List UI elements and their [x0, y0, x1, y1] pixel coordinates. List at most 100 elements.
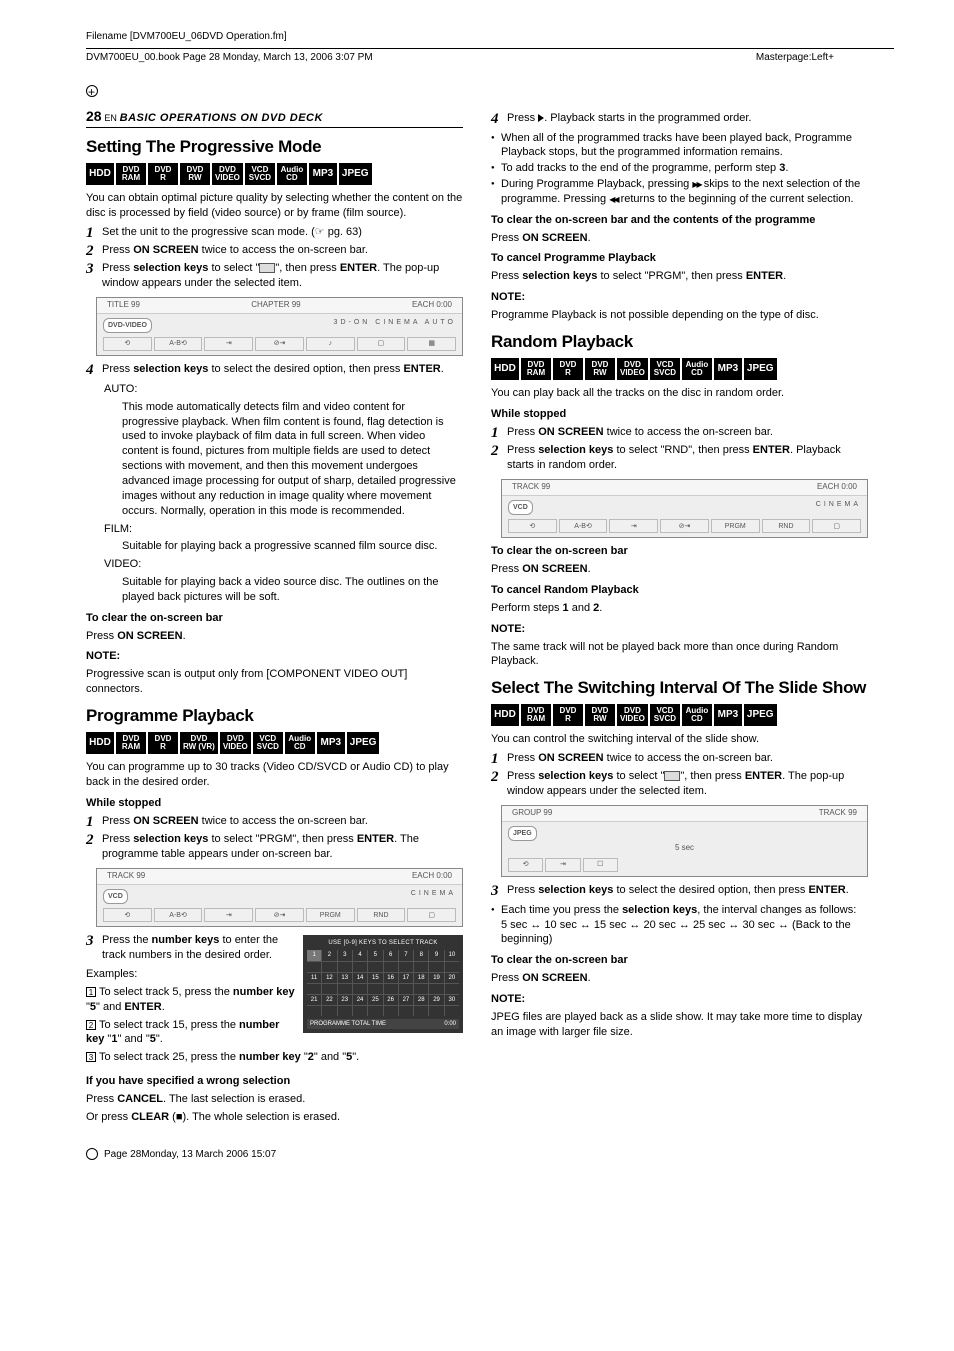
- prog-cell: 17: [399, 973, 413, 983]
- prog-cell: 11: [307, 973, 321, 983]
- osd-disc-badge: VCD: [103, 889, 128, 904]
- prog-cell-blank: [368, 984, 382, 994]
- prog-cell: 27: [399, 995, 413, 1005]
- prog-cell-blank: [399, 1006, 413, 1016]
- mode-auto-text: This mode automatically detects film and…: [122, 400, 463, 519]
- step-text: Press ON SCREEN twice to access the on-s…: [507, 425, 868, 440]
- prog-cell-blank: [353, 984, 367, 994]
- step-number: 1: [491, 751, 507, 767]
- next-icon: [692, 178, 700, 190]
- prog-cell-blank: [338, 1006, 352, 1016]
- prog-cell: 4: [353, 950, 367, 960]
- note-text: JPEG files are played back as a slide sh…: [491, 1010, 868, 1040]
- step-number: 1: [491, 425, 507, 441]
- section-title-slideshow: Select The Switching Interval Of The Sli…: [491, 677, 868, 700]
- prog-cell-blank: [307, 1006, 321, 1016]
- prog-cell: 14: [353, 973, 367, 983]
- note-text: Progressive scan is output only from [CO…: [86, 667, 463, 697]
- chip-audiocd: AudioCD: [682, 358, 712, 380]
- format-chips: HDD DVDRAM DVDR DVDRW DVDVIDEO VCDSVCD A…: [491, 704, 868, 726]
- prog-total-label: PROGRAMME TOTAL TIME: [310, 1020, 386, 1028]
- clear-osd-head: To clear the on-screen bar: [491, 544, 868, 559]
- prog-cell-blank: [307, 962, 321, 972]
- clear-osd-prog-head: To clear the on-screen bar and the conte…: [491, 213, 868, 228]
- chip-vcdsvcd: VCDSVCD: [650, 358, 680, 380]
- prog-cell-blank: [338, 962, 352, 972]
- note-text: The same track will not be played back m…: [491, 640, 868, 670]
- prog-cell: 16: [384, 973, 398, 983]
- prog-cell: 2: [322, 950, 336, 960]
- osd-btn: ⟲: [508, 519, 557, 533]
- chip-dvdvideo: DVDVIDEO: [220, 732, 251, 754]
- footer-text: Page 28Monday, 13 March 2006 15:07: [104, 1148, 276, 1162]
- prog-cell: 22: [322, 995, 336, 1005]
- osd-btn-prgm: PRGM: [711, 519, 760, 533]
- section-title-progressive: Setting The Progressive Mode: [86, 136, 463, 159]
- osd-icon-abrepeat: A-B⟲: [154, 337, 203, 351]
- prog-cell-blank: [322, 984, 336, 994]
- chip-dvdram: DVDRAM: [521, 704, 551, 726]
- prog-cell-blank: [322, 1006, 336, 1016]
- prog-cell-blank: [307, 984, 321, 994]
- step-number: 3: [86, 261, 102, 277]
- osd-hdr: GROUP 99: [512, 808, 552, 819]
- filename-line: Filename [DVM700EU_06DVD Operation.fm]: [60, 30, 894, 44]
- clear-osd-text: Press ON SCREEN.: [491, 971, 868, 986]
- chip-hdd: HDD: [491, 704, 519, 726]
- chip-dvdrw: DVDRW: [585, 358, 615, 380]
- section-title-random: Random Playback: [491, 331, 868, 354]
- play-icon: [538, 114, 544, 122]
- chip-hdd: HDD: [86, 163, 114, 185]
- step-text: Press ON SCREEN twice to access the on-s…: [102, 814, 463, 829]
- prog-cell-blank: [384, 962, 398, 972]
- boxed-number-icon: 2: [86, 1020, 96, 1030]
- osd-item-icon: [259, 263, 275, 273]
- prog-cell-blank: [384, 1006, 398, 1016]
- while-stopped-head: While stopped: [86, 796, 463, 811]
- step-text: Press selection keys to select "", then …: [102, 261, 463, 291]
- prog-cell-blank: [414, 984, 428, 994]
- osd-btn: A-B⟲: [559, 519, 608, 533]
- osd-btn-prgm: PRGM: [306, 908, 355, 922]
- note-label: NOTE:: [491, 992, 868, 1007]
- osd-btn: ⊘⇥: [660, 519, 709, 533]
- clear-osd-prog-text: Press ON SCREEN.: [491, 231, 868, 246]
- step-text: Press . Playback starts in the programme…: [507, 111, 868, 126]
- slide-icon: [664, 771, 680, 781]
- step-text: Press ON SCREEN twice to access the on-s…: [102, 243, 463, 258]
- prog-cell-blank: [429, 962, 443, 972]
- osd-btn: ⊘⇥: [255, 908, 304, 922]
- registration-mark-row: [86, 85, 894, 97]
- section-title-programme: Programme Playback: [86, 705, 463, 728]
- prog-cell: 10: [445, 950, 459, 960]
- prog-cell-blank: [353, 962, 367, 972]
- prog-cell: 20: [445, 973, 459, 983]
- prog-cell: 12: [322, 973, 336, 983]
- prog-cell: 26: [384, 995, 398, 1005]
- chip-dvdrw: DVDRW: [585, 704, 615, 726]
- step-number: 2: [491, 443, 507, 459]
- step-number: 4: [491, 111, 507, 127]
- osd-right-text: CINEMA: [411, 889, 456, 898]
- chip-vcdsvcd: VCDSVCD: [245, 163, 275, 185]
- step-number: 3: [86, 933, 102, 949]
- osd-right-text: 3D-ON CINEMA AUTO: [334, 318, 456, 327]
- osd-icon-repeat: ⟲: [103, 337, 152, 351]
- prog-cell-blank: [384, 984, 398, 994]
- registration-mark-icon: [86, 85, 98, 97]
- prog-cell-blank: [338, 984, 352, 994]
- chip-hdd: HDD: [86, 732, 114, 754]
- prog-cell: 30: [445, 995, 459, 1005]
- slideshow-intro: You can control the switching interval o…: [491, 732, 868, 747]
- page-footer: Page 28Monday, 13 March 2006 15:07: [86, 1148, 868, 1162]
- prog-cell: 3: [338, 950, 352, 960]
- prog-cell-blank: [414, 1006, 428, 1016]
- wrong-selection-text1: Press CANCEL. The last selection is eras…: [86, 1092, 463, 1107]
- boxed-number-icon: 3: [86, 1052, 96, 1062]
- osd-bar-vcd: TRACK 99 EACH 0:00 VCD CINEMA ⟲ A-B⟲ ⇥ ⊘…: [96, 868, 463, 927]
- bullet: Each time you press the selection keys, …: [491, 903, 868, 948]
- prog-cell-blank: [368, 1006, 382, 1016]
- wrong-selection-text2: Or press CLEAR (■). The whole selection …: [86, 1110, 463, 1125]
- osd-interval: 5 sec: [508, 843, 861, 854]
- bullet: To add tracks to the end of the programm…: [491, 161, 868, 176]
